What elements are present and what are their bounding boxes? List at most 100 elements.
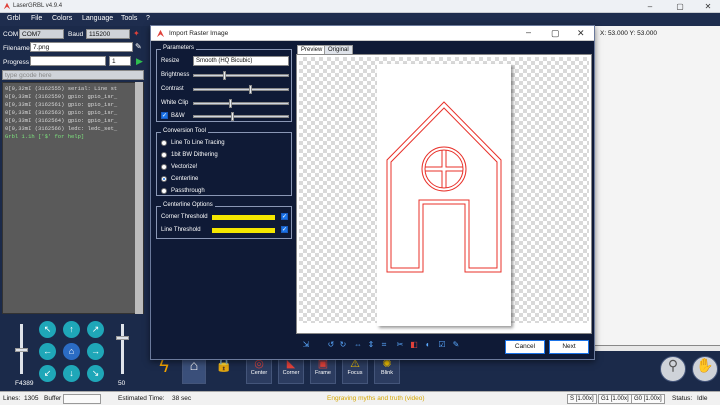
menu-colors[interactable]: Colors [52, 15, 72, 22]
autotrim-icon[interactable]: ✂ [395, 340, 405, 350]
g0-override[interactable]: G0 [1.00x] [631, 394, 665, 404]
fit-icon[interactable]: ⇲ [301, 340, 311, 350]
run-icon[interactable]: ▶ [136, 56, 143, 67]
line-threshold-checkbox[interactable]: ✓ [281, 226, 288, 233]
walk-icon[interactable]: ⚲ [660, 356, 686, 382]
lines-value: 1305 [24, 395, 39, 402]
rotate-left-icon[interactable]: ↺ [326, 340, 336, 350]
line-threshold-slider[interactable] [212, 228, 275, 233]
filename-field[interactable]: 7.png [30, 42, 133, 52]
cancel-button[interactable]: Cancel [505, 340, 545, 354]
jog-n-button[interactable]: ↑ [63, 321, 80, 338]
bw-thumb[interactable] [231, 112, 235, 121]
flip-horizontal-icon[interactable]: ⇔ [353, 340, 363, 350]
s-override[interactable]: S [1.00x] [567, 394, 597, 404]
title-bar: LaserGRBL v4.9.4 – ▢ ✕ [0, 0, 720, 13]
contrast-thumb[interactable] [248, 85, 252, 94]
baud-select[interactable]: 115200 [86, 29, 130, 39]
resize-select[interactable]: Smooth (HQ Bicubic) [193, 56, 289, 66]
gcode-input[interactable]: type gcode here [2, 70, 144, 80]
close-button[interactable]: ✕ [698, 0, 718, 13]
copies-stepper[interactable]: 1 [109, 56, 131, 66]
menu-help[interactable]: ? [146, 15, 150, 22]
window-inner-outline [424, 149, 464, 189]
console-line: 0[0,33mI (3162561) gpio: gpio_isr_ [5, 101, 118, 108]
lock-icon[interactable]: 🔒 [212, 356, 236, 384]
corner-threshold-checkbox[interactable]: ✓ [281, 213, 288, 220]
dialog-maximize-button[interactable]: ▢ [551, 28, 560, 39]
maximize-button[interactable]: ▢ [670, 0, 690, 13]
connect-icon[interactable]: ✦ [133, 29, 144, 39]
minimize-button[interactable]: – [640, 0, 660, 13]
lightning-icon[interactable]: ϟ [152, 356, 176, 384]
corner-threshold-slider[interactable] [212, 215, 275, 220]
jog-sw-button[interactable]: ↙ [39, 365, 56, 382]
menu-file[interactable]: File [31, 15, 42, 22]
jog-home-button[interactable]: ⌂ [63, 343, 80, 360]
edit-icon[interactable]: ✎ [451, 340, 461, 350]
radio-dithering[interactable] [161, 152, 167, 158]
focus-button[interactable]: ⚠ Focus [342, 356, 368, 384]
dialog-minimize-button[interactable]: – [526, 27, 531, 37]
blink-button[interactable]: ✺ Blink [374, 356, 400, 384]
color-icon[interactable]: ◧ [409, 340, 419, 350]
frame-button[interactable]: ▣ Frame [310, 356, 336, 384]
preview-pane [296, 54, 592, 334]
contrast-slider[interactable] [193, 88, 289, 91]
next-button[interactable]: Next [549, 340, 589, 354]
dialog-title: Import Raster Image [169, 30, 229, 37]
preview-canvas[interactable] [590, 26, 720, 351]
menu-grbl[interactable]: Grbl [7, 15, 20, 22]
lasergrbl-logo-icon [156, 29, 165, 38]
conversion-title: Conversion Tool [161, 128, 208, 134]
status-label: Status: [672, 395, 693, 402]
home-icon[interactable]: ⌂ [182, 356, 206, 384]
g1-override[interactable]: G1 [1.00x] [598, 394, 632, 404]
step-slider-track[interactable] [121, 324, 124, 374]
jog-se-button[interactable]: ↘ [87, 365, 104, 382]
bw-checkbox[interactable]: ✓ [161, 112, 168, 119]
dialog-close-button[interactable]: ✕ [577, 28, 585, 39]
step-slider-knob[interactable] [116, 336, 129, 340]
buffer-label: Buffer [44, 395, 62, 402]
bw-slider[interactable] [193, 115, 289, 118]
stop-hand-icon[interactable]: ✋ [692, 356, 718, 382]
jog-nw-button[interactable]: ↖ [39, 321, 56, 338]
conversion-tool-group: Conversion Tool Line To Line Tracing 1bi… [156, 128, 292, 196]
menu-tools[interactable]: Tools [121, 15, 137, 22]
whiteclip-thumb[interactable] [229, 99, 233, 108]
console-scrollbar[interactable] [135, 82, 143, 314]
jog-s-button[interactable]: ↓ [63, 365, 80, 382]
option-label: Line To Line Tracing [171, 140, 225, 146]
status-value: Idle [697, 395, 708, 402]
speed-slider-knob[interactable] [15, 348, 28, 352]
crop-icon[interactable]: ⌗ [379, 340, 389, 350]
invert-icon[interactable]: ◐ [423, 340, 433, 350]
open-file-icon[interactable]: ✎ [135, 42, 142, 51]
radio-passthrough[interactable] [161, 188, 167, 194]
com-select[interactable]: COM7 [19, 29, 64, 39]
whiteclip-slider[interactable] [193, 102, 289, 105]
console-line: 0[0,33mI (3162563) gpio: gpio_isr_ [5, 109, 118, 116]
jog-e-button[interactable]: → [87, 343, 104, 360]
center-button[interactable]: ◎ Center [246, 356, 272, 384]
step-value: 50 [118, 380, 126, 387]
menu-language[interactable]: Language [82, 15, 113, 22]
jog-w-button[interactable]: ← [39, 343, 56, 360]
whiteclip-label: White Clip [161, 100, 189, 106]
flip-vertical-icon[interactable]: ⇕ [366, 340, 376, 350]
brightness-thumb[interactable] [222, 71, 226, 80]
jog-panel: F4389 ↖ ↑ ↗ ← ⌂ → ↙ ↓ ↘ 50 [0, 314, 148, 391]
radio-vectorize[interactable] [161, 164, 167, 170]
console-line: 0[0,33mI (3162566) ledc: ledc_set_ [5, 125, 118, 132]
confirm-icon[interactable]: ☑ [437, 340, 447, 350]
radio-line-to-line[interactable] [161, 140, 167, 146]
corner-button[interactable]: ◣ Corner [278, 356, 304, 384]
buffer-bar [63, 394, 101, 404]
brightness-slider[interactable] [193, 74, 289, 77]
radio-centerline[interactable] [161, 176, 167, 182]
centerline-options-group: Centerline Options Corner Threshold ✓ Li… [156, 202, 292, 239]
rotate-right-icon[interactable]: ↻ [338, 340, 348, 350]
video-link[interactable]: Engraving myths and truth (video) [327, 395, 425, 402]
jog-ne-button[interactable]: ↗ [87, 321, 104, 338]
